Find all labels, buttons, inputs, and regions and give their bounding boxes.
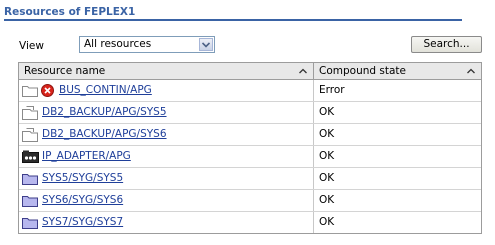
resource-name-cell: SYS7/SYG/SYS7 [19,212,313,233]
resource-name-cell: DB2_BACKUP/APG/SYS6 [19,124,313,145]
resource-link[interactable]: DB2_BACKUP/APG/SYS6 [42,128,167,140]
resource-name-cell: BUS_CONTIN/APG [19,80,313,101]
resource-name-cell: SYS6/SYG/SYS6 [19,190,313,211]
resource-table: Resource name Compound state BUS_CONTIN/… [18,62,482,234]
table-row[interactable]: SYS6/SYG/SYS6 OK [19,190,481,212]
resource-name-cell: IP_ADAPTER/APG [19,146,313,167]
system-folder-icon [22,218,38,229]
resource-link[interactable]: SYS5/SYG/SYS5 [42,172,123,184]
file-group-icon [22,106,38,120]
view-selected-value: All resources [84,38,152,50]
resource-link[interactable]: SYS7/SYG/SYS7 [42,216,123,228]
resource-link[interactable]: IP_ADAPTER/APG [42,150,131,162]
resource-name-cell: SYS5/SYG/SYS5 [19,168,313,189]
search-button[interactable]: Search... [411,36,482,53]
adapter-icon [22,150,39,163]
compound-state: OK [319,194,335,206]
column-header-compound-state[interactable]: Compound state [314,63,481,80]
resource-name-cell: DB2_BACKUP/APG/SYS5 [19,102,313,123]
table-row[interactable]: DB2_BACKUP/APG/SYS5 OK [19,102,481,124]
sort-up-icon[interactable] [299,68,307,74]
file-group-icon [22,128,38,142]
resource-link[interactable]: BUS_CONTIN/APG [59,84,152,96]
column-header-label: Resource name [24,65,106,77]
column-header-label: Compound state [319,65,406,77]
column-header-resource-name[interactable]: Resource name [19,63,314,80]
table-row[interactable]: SYS5/SYG/SYS5 OK [19,168,481,190]
folder-icon [22,86,38,97]
compound-state: OK [319,172,335,184]
compound-state: OK [319,150,335,162]
chevron-down-icon[interactable] [199,38,213,51]
compound-state: Error [319,84,345,96]
sort-up-icon[interactable] [467,68,475,74]
compound-state: OK [319,216,335,228]
table-row[interactable]: IP_ADAPTER/APG OK [19,146,481,168]
system-folder-icon [22,196,38,207]
compound-state: OK [319,106,335,118]
table-row[interactable]: SYS7/SYG/SYS7 OK [19,212,481,234]
system-folder-icon [22,174,38,185]
resource-link[interactable]: SYS6/SYG/SYS6 [42,194,123,206]
compound-state: OK [319,128,335,140]
error-icon [41,84,54,97]
table-row[interactable]: BUS_CONTIN/APG Error [19,80,481,102]
title-divider [4,19,462,21]
panel-title: Resources of FEPLEX1 [4,6,136,18]
view-label: View [19,40,44,52]
table-row[interactable]: DB2_BACKUP/APG/SYS6 OK [19,124,481,146]
resource-link[interactable]: DB2_BACKUP/APG/SYS5 [42,106,167,118]
view-select[interactable]: All resources [79,36,215,53]
